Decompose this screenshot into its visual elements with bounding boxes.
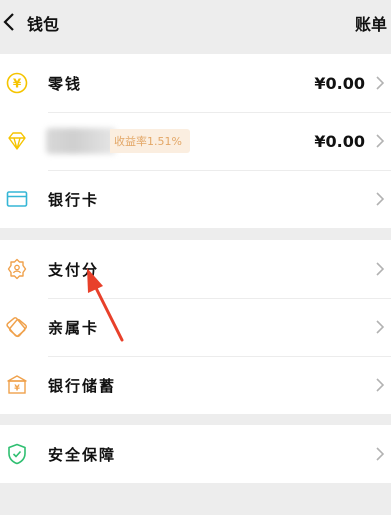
- svg-text:¥: ¥: [13, 77, 22, 91]
- nav-bar: 钱包 账单: [0, 0, 391, 48]
- family-card-label: 亲属卡: [48, 318, 100, 337]
- bank-building-icon: ¥: [7, 375, 27, 394]
- security-group: 安全保障: [0, 425, 391, 483]
- change-label: 零钱: [48, 74, 83, 93]
- list-item-security[interactable]: 安全保障: [0, 425, 391, 483]
- services-group: 支付分 亲属卡 ¥ 银行储蓄: [0, 240, 391, 414]
- bank-card-icon: [6, 191, 28, 207]
- chevron-right-icon: [376, 134, 385, 148]
- bank-card-label: 银行卡: [48, 190, 100, 209]
- family-card-icon: [6, 317, 28, 338]
- list-item-licaitong[interactable]: 收益率1.51% ¥0.00: [0, 112, 391, 170]
- payscore-label: 支付分: [48, 260, 100, 279]
- page-title: 钱包: [27, 15, 60, 34]
- chevron-right-icon: [376, 76, 385, 90]
- yield-promo-badge: 收益率1.51%: [110, 129, 190, 153]
- bill-link[interactable]: 账单: [355, 11, 387, 35]
- chevron-right-icon: [376, 447, 385, 461]
- bank-savings-label: 银行储蓄: [48, 376, 117, 395]
- wallet-balance-group: ¥ 零钱 ¥0.00 收益率1.51% ¥0.00 银行卡: [0, 54, 391, 228]
- chevron-right-icon: [376, 320, 385, 334]
- list-item-change[interactable]: ¥ 零钱 ¥0.00: [0, 54, 391, 112]
- list-item-bank-card[interactable]: 银行卡: [0, 170, 391, 228]
- svg-text:¥: ¥: [14, 384, 20, 393]
- chevron-right-icon: [376, 192, 385, 206]
- security-label: 安全保障: [48, 445, 117, 464]
- coin-icon: ¥: [6, 72, 28, 94]
- chevron-right-icon: [376, 378, 385, 392]
- licaitong-amount: ¥0.00: [314, 131, 365, 151]
- payscore-badge-icon: [7, 258, 27, 280]
- chevron-right-icon: [376, 262, 385, 276]
- diamond-icon: [8, 132, 26, 150]
- list-item-bank-savings[interactable]: ¥ 银行储蓄: [0, 356, 391, 414]
- change-amount: ¥0.00: [314, 73, 365, 93]
- list-item-family-card[interactable]: 亲属卡: [0, 298, 391, 356]
- obscured-label: [46, 128, 116, 154]
- list-item-payscore[interactable]: 支付分: [0, 240, 391, 298]
- shield-check-icon: [8, 443, 26, 465]
- back-chevron-icon[interactable]: [0, 8, 20, 36]
